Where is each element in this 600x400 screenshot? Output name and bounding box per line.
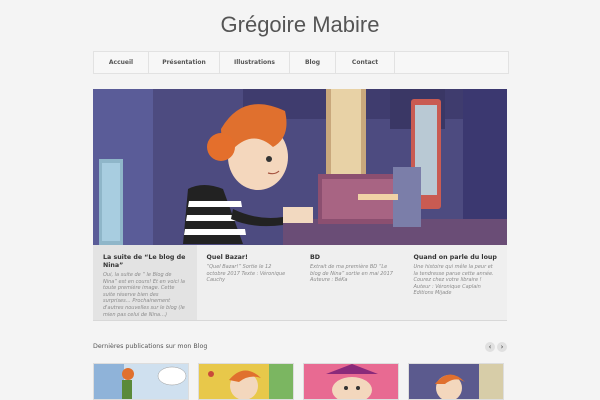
blog-section-heading: Dernières publications sur mon Blog: [93, 343, 208, 350]
slide-caption-text: Oui, la suite de “ le Blog de Nina” est …: [103, 272, 185, 318]
slide-caption-1[interactable]: La suite de “Le blog de Nina” Oui, la su…: [93, 245, 197, 321]
blog-thumbnails: [93, 363, 507, 400]
slide-caption-title: BD: [310, 254, 321, 261]
carousel-prev-button[interactable]: ‹: [485, 342, 495, 352]
nav-item-presentation[interactable]: Présentation: [149, 52, 220, 73]
blog-thumbnail-4[interactable]: [408, 363, 504, 400]
slide-caption-4[interactable]: Quand on parle du loup Une histoire qui …: [403, 245, 507, 321]
thumbnail-image: [409, 364, 503, 399]
slide-caption-title: Quand on parle du loup: [413, 254, 497, 261]
blog-thumbnail-3[interactable]: [303, 363, 399, 400]
slide-caption-text: “Quel Bazar!” Sortie le 12 octobre 2017 …: [206, 264, 286, 284]
site-title[interactable]: Grégoire Mabire: [0, 12, 600, 38]
main-nav: Accueil Présentation Illustrations Blog …: [93, 51, 509, 74]
thumbnail-image: [94, 364, 188, 399]
nav-item-blog[interactable]: Blog: [290, 52, 336, 73]
slide-caption-2[interactable]: Quel Bazar! “Quel Bazar!” Sortie le 12 o…: [196, 245, 300, 321]
nav-item-illustrations[interactable]: Illustrations: [220, 52, 290, 73]
slide-caption-text: Extrait de ma première BD “Le blog de Ni…: [310, 264, 393, 284]
hero-slider-image[interactable]: [93, 89, 507, 245]
slide-caption-title: Quel Bazar!: [206, 254, 248, 261]
slide-caption-text: Une histoire qui mêle la peur et la tend…: [413, 264, 494, 297]
hero-illustration: [93, 89, 507, 245]
slide-caption-title: La suite de “Le blog de Nina”: [103, 254, 186, 269]
thumbnail-image: [199, 364, 293, 399]
blog-thumbnail-1[interactable]: [93, 363, 189, 400]
thumbnail-image: [304, 364, 398, 399]
blog-thumbnail-2[interactable]: [198, 363, 294, 400]
carousel-arrows: ‹ ›: [485, 342, 507, 352]
slide-caption-3[interactable]: BD Extrait de ma première BD “Le blog de…: [300, 245, 404, 321]
nav-item-contact[interactable]: Contact: [336, 52, 395, 73]
nav-item-accueil[interactable]: Accueil: [94, 52, 149, 73]
carousel-next-button[interactable]: ›: [497, 342, 507, 352]
slider-captions: La suite de “Le blog de Nina” Oui, la su…: [93, 245, 507, 321]
